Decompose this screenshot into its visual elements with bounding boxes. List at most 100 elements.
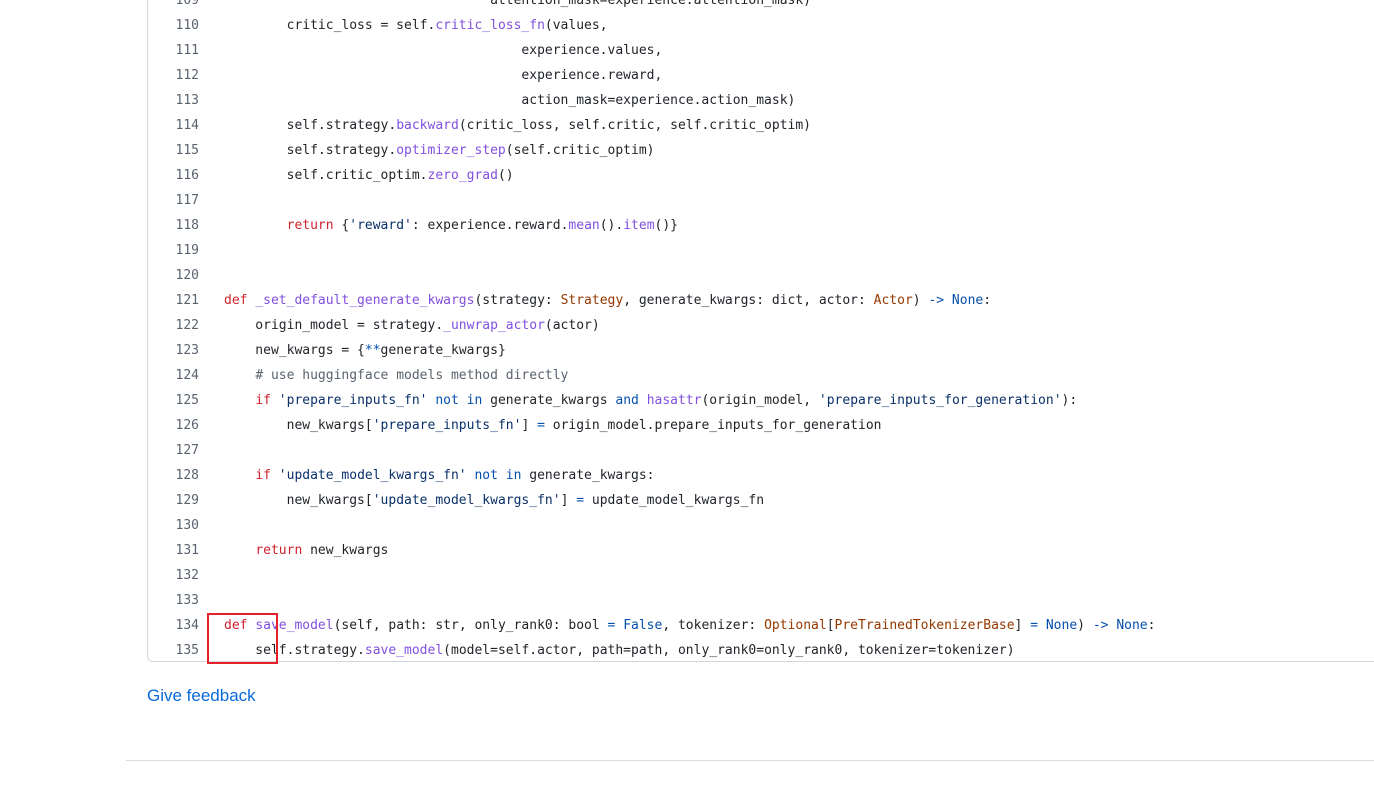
code-token: = (1030, 618, 1039, 633)
code-token: origin_model = strategy. (224, 318, 444, 333)
line-number[interactable]: 116 (148, 163, 199, 188)
line-number[interactable]: 117 (148, 188, 199, 213)
line-number[interactable]: 125 (148, 388, 199, 413)
code-token: if (255, 393, 271, 408)
line-number[interactable]: 126 (148, 413, 199, 438)
code-line: 130 (148, 513, 1374, 538)
code-token: mean (568, 218, 600, 233)
code-token: ()} (654, 218, 679, 233)
code-line: 128 if 'update_model_kwargs_fn' not in g… (148, 463, 1374, 488)
code-token: None (951, 293, 984, 308)
code-token: action_mask=experience.action_mask) (224, 93, 796, 108)
line-number[interactable]: 120 (148, 263, 199, 288)
code-line: 134 def save_model(self, path: str, only_… (148, 613, 1374, 638)
code-line: 110 critic_loss = self.critic_loss_fn(va… (148, 13, 1374, 38)
line-number[interactable]: 113 (148, 88, 199, 113)
line-number[interactable]: 112 (148, 63, 199, 88)
code-token: save_model (255, 618, 334, 633)
code-token: = (537, 418, 545, 433)
code-token: (values, (544, 18, 608, 33)
code-token: not in (474, 468, 522, 483)
line-number[interactable]: 128 (148, 463, 199, 488)
code-token: (). (599, 218, 624, 233)
line-number[interactable]: 115 (148, 138, 199, 163)
line-number[interactable]: 119 (148, 238, 199, 263)
code-line: 112 experience.reward, (148, 63, 1374, 88)
code-token: experience.reward, (224, 68, 663, 83)
line-number[interactable]: 127 (148, 438, 199, 463)
code-token: Strategy (560, 293, 624, 308)
line-number[interactable]: 110 (148, 13, 199, 38)
line-number[interactable]: 131 (148, 538, 199, 563)
code-token: -> (1092, 618, 1109, 633)
code-line: 127 (148, 438, 1374, 463)
code-token: backward (396, 118, 459, 133)
code-line: 125 if 'prepare_inputs_fn' not in genera… (148, 388, 1374, 413)
code-token: 'reward' (349, 218, 412, 233)
line-content: self.strategy.backward(critic_loss, self… (224, 113, 811, 138)
line-content: attention_mask=experience.attention_mask… (224, 0, 811, 13)
code-line: 121 def _set_default_generate_kwargs(stra… (148, 288, 1374, 313)
code-token: new_kwargs = { (224, 343, 365, 358)
line-content: def _set_default_generate_kwargs(strateg… (224, 288, 991, 313)
give-feedback-link[interactable]: Give feedback (147, 686, 256, 706)
code-token: new_kwargs[ (224, 418, 373, 433)
code-token: generate_kwargs} (380, 343, 506, 358)
code-line: 120 (148, 263, 1374, 288)
code-token: None (1045, 618, 1078, 633)
line-content: experience.reward, (224, 63, 662, 88)
code-token: # use huggingface models method directly (255, 368, 569, 383)
code-token: , tokenizer: (662, 618, 765, 633)
code-line: 114 self.strategy.backward(critic_loss, … (148, 113, 1374, 138)
code-token: , generate_kwargs: dict, actor: (623, 293, 874, 308)
line-number[interactable]: 135 (148, 638, 199, 661)
code-line: 129 new_kwargs['update_model_kwargs_fn']… (148, 488, 1374, 513)
code-line: 109 attention_mask=experience.attention_… (148, 0, 1374, 13)
code-token: critic_loss = self. (224, 18, 436, 33)
code-line: 122 origin_model = strategy._unwrap_acto… (148, 313, 1374, 338)
line-number[interactable]: 134 (148, 613, 199, 638)
code-token: PreTrainedTokenizerBase (834, 618, 1015, 633)
line-number[interactable]: 114 (148, 113, 199, 138)
code-token: and (615, 393, 639, 408)
line-number[interactable]: 109 (148, 0, 199, 13)
line-number[interactable]: 123 (148, 338, 199, 363)
code-line: 123 new_kwargs = {**generate_kwargs} (148, 338, 1374, 363)
code-line: 115 self.strategy.optimizer_step(self.cr… (148, 138, 1374, 163)
line-content: critic_loss = self.critic_loss_fn(values… (224, 13, 608, 38)
line-number[interactable]: 132 (148, 563, 199, 588)
line-content: self.critic_optim.zero_grad() (224, 163, 514, 188)
code-line: 135 self.strategy.save_model(model=self.… (148, 638, 1374, 661)
line-number[interactable]: 122 (148, 313, 199, 338)
code-token: { (333, 218, 350, 233)
code-token: 'prepare_inputs_for_generation' (818, 393, 1062, 408)
footer-divider (126, 760, 1374, 761)
code-line: 126 new_kwargs['prepare_inputs_fn'] = or… (148, 413, 1374, 438)
line-number[interactable]: 129 (148, 488, 199, 513)
code-token: experience.values, (224, 43, 663, 58)
line-content: action_mask=experience.action_mask) (224, 88, 795, 113)
line-content: new_kwargs['update_model_kwargs_fn'] = u… (224, 488, 764, 513)
line-number[interactable]: 111 (148, 38, 199, 63)
line-number[interactable]: 124 (148, 363, 199, 388)
line-content: new_kwargs = {**generate_kwargs} (224, 338, 506, 363)
code-token: critic_loss_fn (435, 18, 545, 33)
line-content: def save_model(self, path: str, only_ran… (224, 613, 1155, 638)
code-token: (strategy: (474, 293, 561, 308)
line-number[interactable]: 118 (148, 213, 199, 238)
code-token: False (623, 618, 663, 633)
code-token: [ (826, 618, 835, 633)
code-token: : (1147, 618, 1156, 633)
line-content: if 'prepare_inputs_fn' not in generate_k… (224, 388, 1077, 413)
line-number[interactable]: 130 (148, 513, 199, 538)
line-number[interactable]: 133 (148, 588, 199, 613)
code-token: 'prepare_inputs_fn' (278, 393, 428, 408)
code-token: Actor (873, 293, 913, 308)
line-number[interactable]: 121 (148, 288, 199, 313)
